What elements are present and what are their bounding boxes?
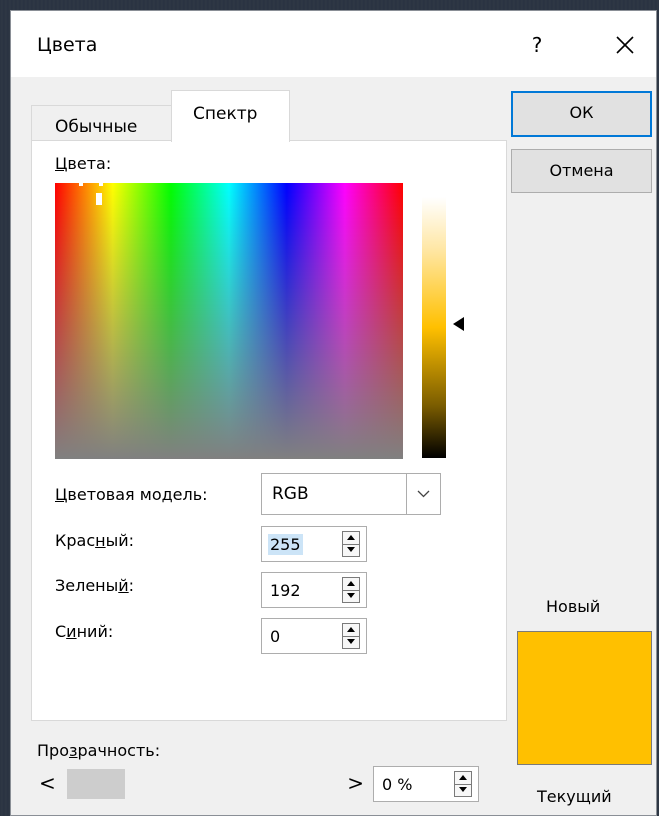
tab-spectrum[interactable]: Спектр	[171, 90, 290, 142]
dialog-title: Цвета	[37, 34, 98, 56]
arrow-up-icon	[459, 775, 467, 780]
arrow-down-icon	[347, 547, 355, 552]
green-decrement-button[interactable]	[343, 590, 359, 602]
current-color-label: Текущий	[537, 787, 612, 806]
arrow-up-icon	[347, 535, 355, 540]
cancel-button[interactable]: Отмена	[511, 149, 652, 193]
blue-label: Синий:	[55, 622, 114, 641]
close-button[interactable]	[605, 25, 645, 65]
color-model-label: Цветовая модель:	[55, 485, 208, 504]
green-spinner[interactable]: 192	[261, 572, 367, 608]
arrow-down-icon	[347, 639, 355, 644]
transparency-spinner[interactable]: 0 %	[373, 766, 479, 802]
color-model-value: RGB	[272, 484, 309, 504]
tab-standard[interactable]: Обычные	[31, 105, 172, 141]
red-spinner[interactable]: 255	[261, 526, 367, 562]
green-value[interactable]: 192	[268, 580, 303, 601]
crosshair-marker	[96, 193, 102, 205]
colors-dialog: Цвета ? Обычные Спектр Цвета: Цветовая м…	[10, 10, 657, 816]
arrow-down-icon	[347, 593, 355, 598]
new-color-label: Новый	[546, 597, 601, 616]
color-model-select[interactable]: RGB	[261, 473, 441, 515]
green-label: Зеленый:	[55, 576, 135, 595]
red-decrement-button[interactable]	[343, 544, 359, 556]
crosshair-marker	[79, 183, 83, 186]
blue-value[interactable]: 0	[268, 626, 282, 647]
dropdown-button[interactable]	[406, 474, 440, 514]
luminance-pointer-icon[interactable]	[453, 317, 464, 331]
crosshair-marker	[99, 183, 103, 186]
arrow-up-icon	[347, 627, 355, 632]
arrow-down-icon	[459, 787, 467, 792]
blue-spinner[interactable]: 0	[261, 618, 367, 654]
slider-thumb[interactable]	[67, 769, 125, 799]
colors-label: Цвета:	[55, 154, 112, 173]
transparency-label: Прозрачность:	[37, 741, 161, 760]
transparency-decrement-button[interactable]	[455, 784, 471, 796]
scroll-left-button[interactable]: <	[39, 771, 56, 795]
chevron-down-icon	[417, 490, 430, 498]
red-label: Красный:	[55, 531, 135, 550]
title-bar: Цвета ?	[11, 11, 656, 77]
arrow-up-icon	[347, 581, 355, 586]
scroll-right-button[interactable]: >	[347, 771, 364, 795]
transparency-value[interactable]: 0 %	[380, 774, 414, 795]
color-spectrum-picker[interactable]	[55, 183, 403, 459]
transparency-slider[interactable]: < >	[35, 767, 368, 801]
help-button[interactable]: ?	[519, 25, 555, 65]
red-value[interactable]: 255	[268, 534, 303, 555]
ok-button[interactable]: ОК	[511, 91, 652, 137]
color-preview-swatch	[517, 631, 652, 765]
close-icon	[616, 36, 634, 54]
blue-decrement-button[interactable]	[343, 636, 359, 648]
luminance-slider[interactable]	[422, 197, 446, 458]
